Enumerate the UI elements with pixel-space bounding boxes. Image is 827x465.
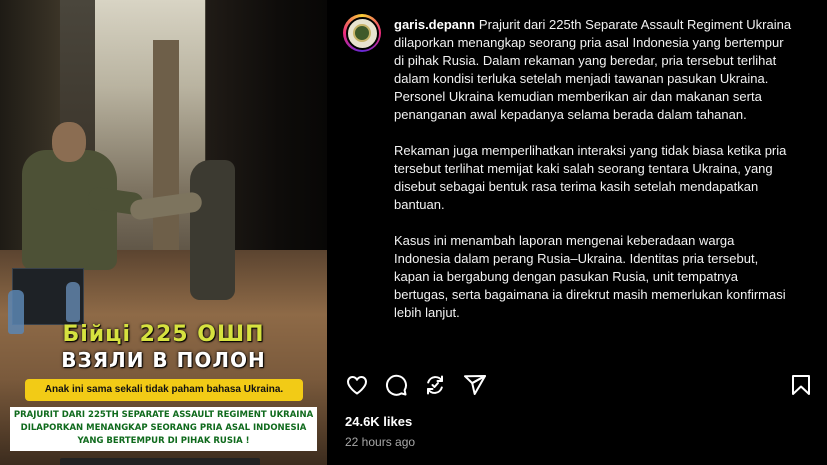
video-headline-line1: Бійці 225 ОШП bbox=[62, 322, 265, 347]
avatar[interactable] bbox=[343, 14, 381, 52]
comment-button[interactable] bbox=[384, 373, 410, 399]
comment-icon bbox=[385, 374, 407, 396]
post-caption: garis.depann Prajurit dari 225th Separate… bbox=[394, 16, 794, 340]
repost-icon bbox=[427, 375, 443, 395]
post-panel: garis.depann Prajurit dari 225th Separate… bbox=[327, 0, 827, 465]
heart-icon bbox=[347, 376, 367, 395]
post-video[interactable]: Бійці 225 ОШП ВЗЯЛИ В ПОЛОН Anak ini sam… bbox=[0, 0, 327, 465]
video-headline-line2: ВЗЯЛИ В ПОЛОН bbox=[61, 348, 266, 372]
video-white-caption: PRAJURIT DARI 225TH SEPARATE ASSAULT REG… bbox=[10, 407, 317, 451]
likes-count[interactable]: 24.6K likes bbox=[345, 414, 412, 429]
like-button[interactable] bbox=[345, 373, 371, 399]
video-bottom-overlay bbox=[60, 458, 260, 465]
username-link[interactable]: garis.depann bbox=[394, 17, 475, 32]
avatar-logo-icon bbox=[353, 24, 371, 42]
avatar-image bbox=[345, 16, 379, 50]
scene-water-bottle-2 bbox=[66, 282, 80, 322]
caption-paragraph-3: Kasus ini menambah laporan mengenai kebe… bbox=[394, 233, 786, 320]
save-button[interactable] bbox=[789, 373, 815, 399]
scene-seated-figure bbox=[190, 160, 235, 300]
bookmark-icon bbox=[792, 375, 810, 395]
send-icon bbox=[464, 375, 486, 395]
share-button[interactable] bbox=[463, 373, 489, 399]
action-bar bbox=[343, 373, 813, 399]
repost-button[interactable] bbox=[423, 373, 449, 399]
caption-paragraph-2: Rekaman juga memperlihatkan interaksi ya… bbox=[394, 143, 787, 212]
post-timestamp[interactable]: 22 hours ago bbox=[345, 435, 415, 449]
scene-wooden-post bbox=[153, 40, 179, 260]
video-yellow-caption: Anak ini sama sekali tidak paham bahasa … bbox=[25, 379, 303, 401]
caption-paragraph-1: Prajurit dari 225th Separate Assault Reg… bbox=[394, 17, 792, 122]
scene-soldier-head bbox=[52, 122, 86, 162]
